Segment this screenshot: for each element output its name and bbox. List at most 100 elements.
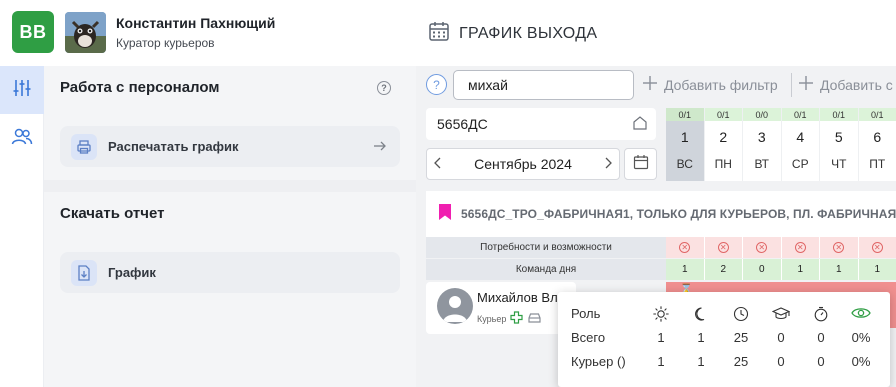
day-column[interactable]: 0/1 5 ЧТ	[820, 108, 859, 181]
popup-value: 0%	[851, 330, 871, 345]
download-schedule-button[interactable]: График	[60, 252, 400, 293]
add-sort-label: Добавить с	[820, 76, 893, 93]
day-weekday: ВС	[676, 157, 693, 171]
day-number: 2	[719, 129, 728, 145]
day-ratio: 0/1	[820, 108, 858, 121]
popup-value: 0	[777, 330, 785, 345]
needs-cell[interactable]: ✕	[743, 237, 782, 258]
search-input[interactable]	[453, 70, 634, 100]
chevron-left-icon[interactable]	[433, 156, 443, 173]
close-circle-icon: ✕	[871, 242, 883, 253]
graduation-cap-icon	[761, 306, 801, 325]
close-circle-icon: ✕	[756, 242, 768, 253]
popup-total-row: 1 1 25 0 0 0%	[641, 330, 881, 345]
printer-icon	[71, 133, 97, 160]
day-column[interactable]: 0/1 2 ПН	[704, 108, 743, 181]
month-selector[interactable]: Сентябрь 2024	[426, 148, 620, 180]
day-ratio: 0/1	[858, 108, 896, 121]
team-cell[interactable]: 1	[820, 259, 859, 280]
popup-value: 25	[733, 354, 749, 369]
user-role: Куратор курьеров	[116, 36, 215, 50]
role-summary-popup: Роль Всего 1 1 25 0 0 0% Курьер () 1 1 2…	[558, 292, 890, 387]
popup-value: 0%	[851, 354, 871, 369]
day-column[interactable]: 0/1 1 ВС	[666, 108, 705, 181]
needs-cell[interactable]: ✕	[781, 237, 820, 258]
team-cell[interactable]: 1	[858, 259, 896, 280]
popup-value: 1	[697, 354, 705, 369]
page-title-text: ГРАФИК ВЫХОДА	[459, 24, 598, 42]
app-logo[interactable]: BB	[12, 11, 54, 53]
needs-row: ✕ ✕ ✕ ✕ ✕ ✕	[666, 237, 896, 258]
user-avatar[interactable]	[65, 12, 106, 53]
employee-name: Михайлов Вл	[477, 290, 558, 305]
month-label: Сентябрь 2024	[474, 156, 572, 172]
user-name: Константин Пахнющий	[116, 15, 276, 31]
moon-icon	[681, 306, 721, 325]
toolbar-divider	[791, 73, 792, 97]
location-name: 5656ДС	[437, 116, 488, 132]
close-circle-icon: ✕	[794, 242, 806, 253]
needs-cell[interactable]: ✕	[666, 237, 705, 258]
print-schedule-button[interactable]: Распечатать график	[60, 126, 400, 167]
stopwatch-icon	[801, 306, 841, 325]
day-header: 0/1 1 ВС 0/1 2 ПН 0/0 3 ВТ 0/1 4 СР 0/1 …	[666, 108, 896, 181]
team-cell[interactable]: 2	[704, 259, 743, 280]
plus-icon	[642, 75, 658, 94]
page-title: ГРАФИК ВЫХОДА	[428, 20, 597, 47]
needs-cell[interactable]: ✕	[858, 237, 896, 258]
needs-cell[interactable]: ✕	[820, 237, 859, 258]
rail-item-settings[interactable]	[0, 66, 44, 114]
day-weekday: ВТ	[754, 157, 770, 171]
popup-value: 1	[697, 330, 705, 345]
day-column[interactable]: 0/0 3 ВТ	[743, 108, 782, 181]
day-weekday: СР	[791, 157, 809, 171]
day-weekday: ЧТ	[831, 157, 847, 171]
rail-item-staff[interactable]	[0, 124, 44, 154]
help-icon[interactable]: ?	[426, 74, 447, 95]
add-filter-button[interactable]: Добавить фильтр	[642, 75, 778, 94]
users-icon	[11, 127, 33, 152]
chevron-right-icon[interactable]	[603, 156, 613, 173]
location-selector[interactable]: 5656ДС	[426, 108, 656, 140]
help-icon[interactable]: ?	[377, 81, 391, 95]
calendar-button[interactable]	[624, 148, 657, 180]
arrow-right-icon	[374, 138, 386, 156]
popup-value: 1	[657, 330, 665, 345]
day-number: 3	[757, 129, 766, 145]
popup-value: 0	[817, 354, 825, 369]
calendar-icon	[428, 20, 450, 47]
close-circle-icon: ✕	[717, 242, 729, 253]
side-panel	[44, 66, 416, 387]
popup-value: 25	[733, 330, 749, 345]
needs-row-label: Потребности и возможности	[426, 237, 666, 258]
close-circle-icon: ✕	[679, 242, 691, 253]
bookmark-icon	[438, 203, 452, 226]
popup-value: 0	[817, 330, 825, 345]
day-column[interactable]: 0/1 4 СР	[781, 108, 820, 181]
team-cell[interactable]: 1	[666, 259, 705, 280]
close-circle-icon: ✕	[833, 242, 845, 253]
sliders-icon	[11, 77, 33, 104]
day-ratio: 0/0	[743, 108, 781, 121]
popup-courier-row: 1 1 25 0 0 0%	[641, 354, 881, 369]
popup-role-header: Роль	[571, 306, 601, 321]
add-sort-button[interactable]: Добавить с	[798, 75, 893, 94]
needs-cell[interactable]: ✕	[704, 237, 743, 258]
warehouse-header[interactable]: 5656ДС_ТРО_ФАБРИЧНАЯ1, ТОЛЬКО ДЛЯ КУРЬЕР…	[426, 191, 896, 237]
team-row-label: Команда дня	[426, 259, 666, 280]
employee-role: Курьер	[477, 311, 542, 326]
day-column[interactable]: 0/1 6 ПТ	[858, 108, 896, 181]
panel-divider	[44, 180, 416, 192]
team-row: 1 2 0 1 1 1	[666, 259, 896, 280]
day-ratio: 0/1	[704, 108, 742, 121]
sun-icon	[641, 306, 681, 325]
clock-icon	[721, 306, 761, 325]
file-download-icon	[71, 259, 97, 286]
team-cell[interactable]: 1	[781, 259, 820, 280]
day-number: 1	[680, 129, 689, 145]
download-section-title: Скачать отчет	[60, 205, 165, 222]
team-cell[interactable]: 0	[743, 259, 782, 280]
calendar-icon	[633, 154, 649, 175]
left-rail	[0, 66, 44, 387]
popup-total-label: Всего	[571, 330, 606, 345]
